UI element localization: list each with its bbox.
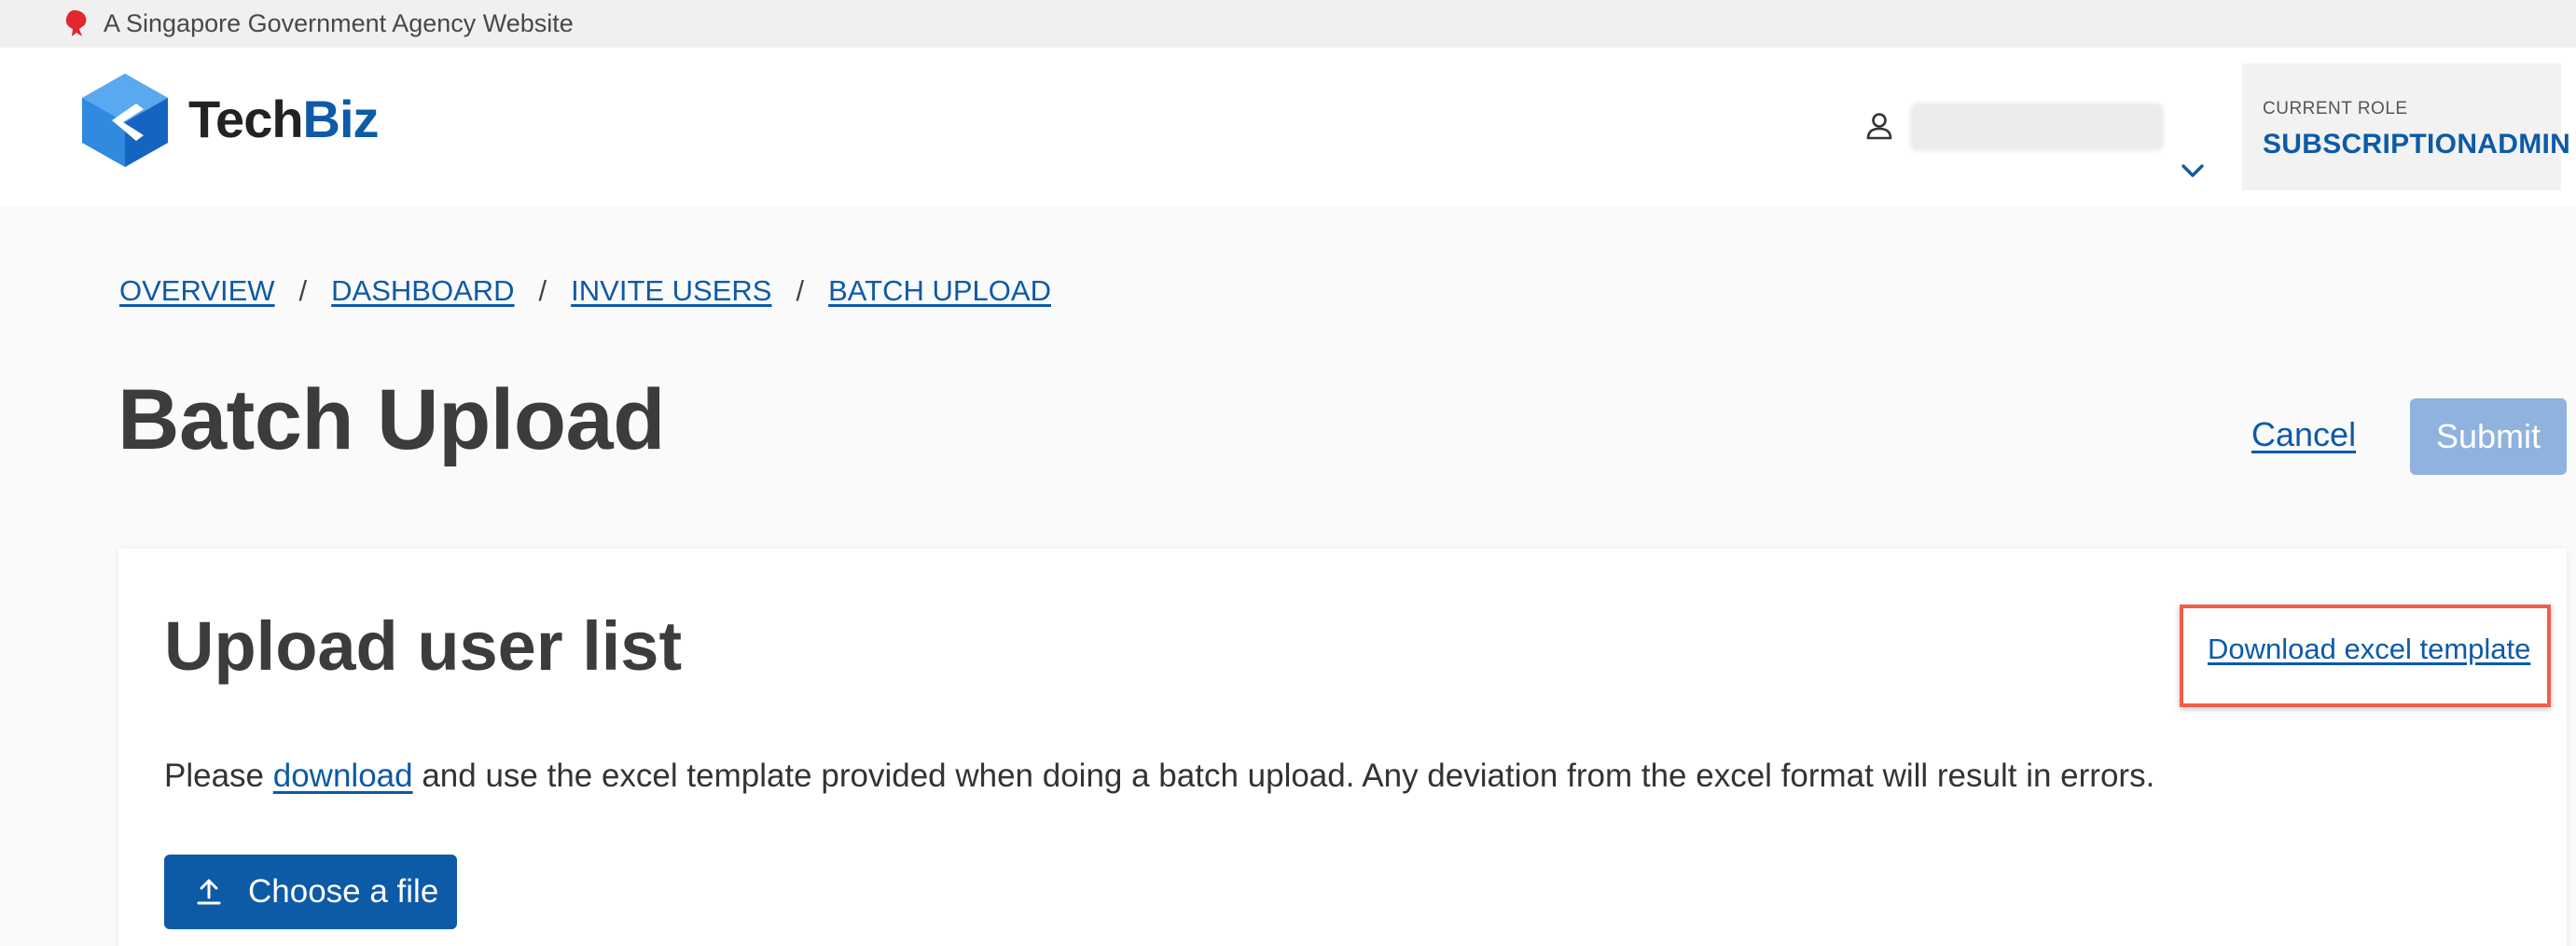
masthead-text: A Singapore Government Agency Website (104, 9, 574, 37)
choose-file-button[interactable]: Choose a file (164, 855, 457, 929)
user-icon[interactable] (1865, 111, 1893, 141)
instructions-prefix: Please (164, 758, 273, 794)
breadcrumb: OVERVIEW / DASHBOARD / INVITE USERS / BA… (119, 274, 1051, 308)
breadcrumb-separator: / (298, 274, 308, 307)
current-role-box: CURRENT ROLE SUBSCRIPTIONADMIN (2242, 63, 2570, 190)
card-title: Upload user list (164, 607, 683, 685)
chevron-down-icon[interactable] (2181, 163, 2205, 178)
techbiz-logo-icon[interactable] (80, 72, 170, 169)
download-excel-template-link[interactable]: Download excel template (2208, 633, 2530, 666)
user-name-redacted[interactable] (1910, 103, 2164, 151)
choose-file-label: Choose a file (248, 873, 439, 910)
breadcrumb-dashboard[interactable]: DASHBOARD (331, 274, 514, 308)
instructions-text: Please download and use the excel templa… (164, 758, 2154, 795)
current-role-value: SUBSCRIPTIONADMIN (2263, 129, 2571, 160)
cancel-link[interactable]: Cancel (2251, 415, 2356, 454)
current-role-label: CURRENT ROLE (2263, 99, 2408, 118)
download-inline-link[interactable]: download (273, 758, 413, 794)
instructions-suffix: and use the excel template provided when… (412, 758, 2155, 794)
techbiz-logo-text[interactable]: TechBiz (188, 89, 380, 149)
gov-masthead: A Singapore Government Agency Website (0, 0, 2576, 48)
breadcrumb-separator: / (538, 274, 547, 307)
breadcrumb-overview[interactable]: OVERVIEW (119, 274, 275, 308)
page-title: Batch Upload (118, 372, 665, 467)
logo-text-biz: Biz (302, 90, 380, 148)
breadcrumb-batch-upload[interactable]: BATCH UPLOAD (828, 274, 1051, 308)
lion-head-icon (65, 10, 87, 36)
upload-icon (197, 879, 221, 905)
breadcrumb-invite-users[interactable]: INVITE USERS (571, 274, 771, 308)
breadcrumb-separator: / (796, 274, 805, 307)
upload-user-list-card: Upload user list Download excel template… (118, 549, 2567, 946)
logo-text-tech: Tech (188, 90, 304, 148)
submit-button[interactable]: Submit (2410, 398, 2567, 475)
site-header: TechBiz CURRENT ROLE SUBSCRIPTIONADMIN (0, 48, 2576, 206)
